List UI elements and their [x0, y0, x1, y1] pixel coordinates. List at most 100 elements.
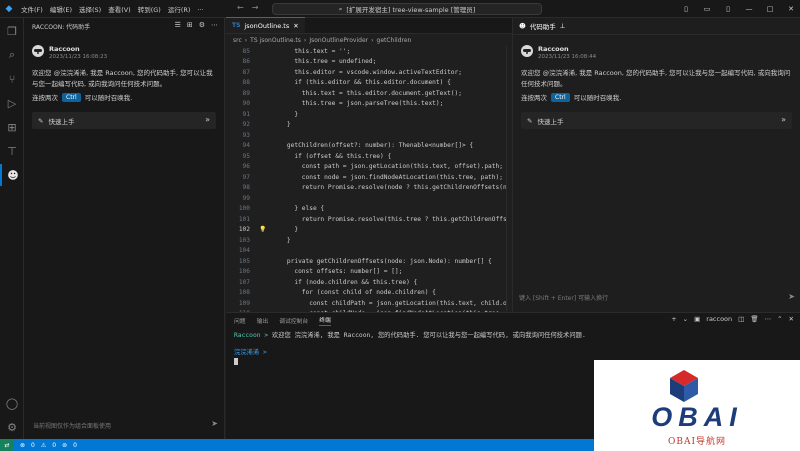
- code-line[interactable]: 100 } else {: [226, 204, 512, 215]
- code-line[interactable]: 96 const path = json.getLocation(this.te…: [226, 162, 512, 173]
- run-debug-icon[interactable]: ▷: [0, 92, 24, 114]
- menu-go[interactable]: 转到(G): [138, 4, 161, 14]
- split-icon[interactable]: ◫: [738, 315, 744, 323]
- code-line[interactable]: 85 this.text = '';: [226, 46, 512, 57]
- code-line[interactable]: 93: [226, 130, 512, 141]
- code-line[interactable]: 102 }: [226, 225, 512, 236]
- code-text: const node = json.findNodeAtLocation(thi…: [272, 173, 503, 181]
- code-line[interactable]: 105 private getChildrenOffsets(node: jso…: [226, 256, 512, 267]
- quick-start-label: 快速上手: [48, 117, 75, 126]
- gear-icon[interactable]: ⚙: [199, 21, 205, 29]
- line-number: 108: [238, 289, 250, 297]
- layout-sidebar-icon[interactable]: ▯: [677, 5, 695, 13]
- right-chat-input[interactable]: 键入 [Shift + Enter] 可输入换行 ➤: [513, 290, 800, 304]
- code-area[interactable]: 85 this.text = ''; 86 this.tree = undefin…: [226, 46, 512, 312]
- breadcrumb-item[interactable]: JsonOutlineProvider: [309, 37, 368, 44]
- explorer-icon[interactable]: ❐: [0, 20, 24, 42]
- pin-icon[interactable]: ⊥: [560, 22, 566, 30]
- quick-start-button[interactable]: ✎ 快速上手 »: [521, 112, 792, 129]
- close-icon[interactable]: ✕: [782, 5, 800, 13]
- more-icon[interactable]: ⋯: [765, 315, 772, 323]
- code-line[interactable]: 99: [226, 193, 512, 204]
- trash-icon[interactable]: 🗑: [750, 315, 758, 323]
- menu-selection[interactable]: 选择(S): [79, 4, 101, 14]
- search-icon[interactable]: ⌕: [0, 44, 24, 66]
- panel-tabs: 问题 输出 调试控制台 终端 + ⌄ ▣ raccoon ◫ 🗑 ⋯ ⌃ ✕: [226, 313, 800, 327]
- code-line[interactable]: 88 if (this.editor && this.editor.docume…: [226, 78, 512, 89]
- raccoon-icon[interactable]: ☻: [0, 164, 24, 186]
- left-chat-input[interactable]: 当前视图仅作为组合面板使用 ➤: [28, 416, 222, 434]
- code-line[interactable]: 98 return Promise.resolve(node ? this.ge…: [226, 183, 512, 194]
- send-icon[interactable]: ➤: [788, 292, 795, 301]
- minimize-icon[interactable]: —: [740, 5, 758, 13]
- code-line[interactable]: 103 }: [226, 235, 512, 246]
- send-icon[interactable]: ➤: [211, 419, 218, 428]
- chat-message: Raccoon 2023/11/23 16:08:23 欢迎您 @浣浣浠浠, 我…: [24, 35, 224, 102]
- tab-json-outline[interactable]: TS jsonOutline.ts ✕: [226, 17, 305, 33]
- code-line[interactable]: 104: [226, 246, 512, 257]
- warning-count: 0: [52, 441, 57, 449]
- code-line[interactable]: 97 const node = json.findNodeAtLocation(…: [226, 172, 512, 183]
- code-line[interactable]: 90 this.tree = json.parseTree(this.text)…: [226, 99, 512, 110]
- shortcut-prefix: 连按两次: [521, 94, 547, 102]
- menu-edit[interactable]: 编辑(E): [50, 4, 72, 14]
- quick-start-button[interactable]: ✎ 快速上手 »: [32, 112, 216, 129]
- breadcrumb-item[interactable]: TS jsonOutline.ts: [250, 37, 301, 44]
- tab-terminal[interactable]: 终端: [319, 315, 331, 326]
- chevron-down-icon[interactable]: ⌄: [683, 315, 688, 323]
- error-icon: ⊗: [20, 441, 26, 449]
- back-arrow-icon[interactable]: ←: [237, 3, 244, 12]
- code-line[interactable]: 101 return Promise.resolve(this.tree ? t…: [226, 214, 512, 225]
- menu-file[interactable]: 文件(F): [21, 4, 43, 14]
- close-icon[interactable]: ✕: [293, 22, 298, 30]
- code-text: const path = json.getLocation(this.text,…: [272, 163, 503, 171]
- code-line[interactable]: 86 this.tree = undefined;: [226, 57, 512, 68]
- line-number: 85: [242, 47, 250, 55]
- vscode-logo-icon: ◆: [5, 3, 13, 14]
- code-line[interactable]: 108 for (const child of node.children) {: [226, 288, 512, 299]
- menu-more[interactable]: ...: [197, 4, 203, 14]
- code-line[interactable]: 95 if (offset && this.tree) {: [226, 151, 512, 162]
- breadcrumb-item[interactable]: getChildren: [377, 37, 412, 44]
- code-line[interactable]: 106 const offsets: number[] = [];: [226, 267, 512, 278]
- chevron-up-icon[interactable]: ⌃: [777, 315, 782, 323]
- quick-start-label: 快速上手: [537, 117, 564, 126]
- tab-debug-console[interactable]: 调试控制台: [279, 316, 308, 325]
- terminal-name[interactable]: raccoon: [706, 315, 732, 323]
- code-line[interactable]: 94 getChildren(offset?: number): Thenabl…: [226, 141, 512, 152]
- testing-icon[interactable]: ⊤: [0, 140, 24, 162]
- source-control-icon[interactable]: ⑂: [0, 68, 24, 90]
- code-text: }: [272, 110, 299, 118]
- remote-icon[interactable]: ⇄: [0, 439, 14, 451]
- gear-icon[interactable]: ⚙: [0, 416, 24, 438]
- extensions-icon[interactable]: ⊞: [0, 116, 24, 138]
- right-panel-tab[interactable]: ☻ 代码助手 ⊥: [513, 18, 800, 35]
- line-number: 107: [238, 278, 250, 286]
- breadcrumb-item[interactable]: src: [233, 37, 242, 44]
- code-line[interactable]: 92 }: [226, 120, 512, 131]
- menu-view[interactable]: 查看(V): [108, 4, 131, 14]
- lightbulb-icon[interactable]: 💡: [259, 226, 266, 233]
- account-icon[interactable]: ◯: [0, 392, 24, 414]
- close-icon[interactable]: ✕: [789, 315, 794, 323]
- add-icon[interactable]: ⊞: [187, 21, 193, 29]
- code-line[interactable]: 91 }: [226, 109, 512, 120]
- line-number: 90: [242, 100, 250, 108]
- code-line[interactable]: 109 const childPath = json.getLocation(t…: [226, 298, 512, 309]
- add-terminal-icon[interactable]: +: [671, 315, 676, 323]
- problems-status[interactable]: ⊗ 0 ⚠ 0 ⊚ 0: [20, 442, 77, 449]
- more-icon[interactable]: ⋯: [211, 21, 218, 29]
- maximize-icon[interactable]: □: [761, 5, 779, 13]
- forward-arrow-icon[interactable]: →: [252, 3, 259, 12]
- layout-secondary-icon[interactable]: ▯: [719, 5, 737, 13]
- tab-problems[interactable]: 问题: [234, 316, 246, 325]
- tab-output[interactable]: 输出: [257, 316, 269, 325]
- panel-tools: ☰ ⊞ ⚙ ⋯: [175, 21, 218, 29]
- code-line[interactable]: 107 if (node.children && this.tree) {: [226, 277, 512, 288]
- menu-run[interactable]: 运行(R): [168, 4, 191, 14]
- code-line[interactable]: 87 this.editor = vscode.window.activeTex…: [226, 67, 512, 78]
- layout-panel-icon[interactable]: ▭: [698, 5, 716, 13]
- list-icon[interactable]: ☰: [175, 21, 181, 29]
- command-center[interactable]: ⌕ [扩展开发宿主] tree-view-sample [管理员]: [272, 3, 542, 15]
- code-line[interactable]: 89 this.text = this.editor.document.getT…: [226, 88, 512, 99]
